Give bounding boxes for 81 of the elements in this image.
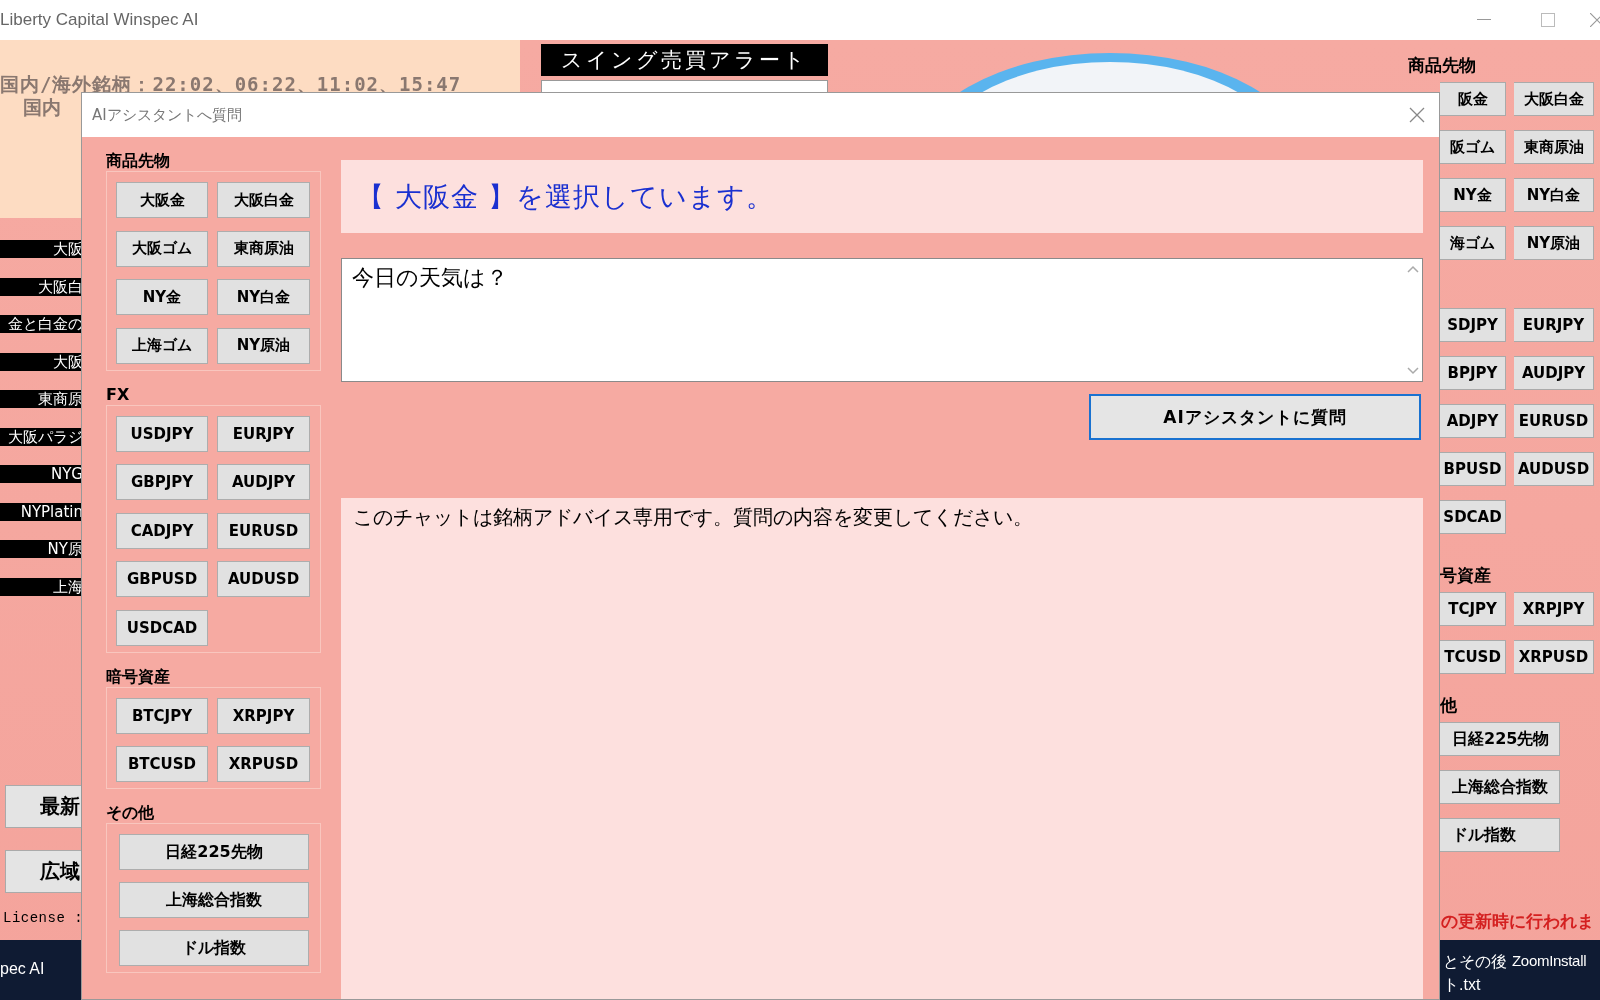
symbol-button[interactable]: EURJPY — [1514, 308, 1594, 342]
symbol-button[interactable]: BPUSD — [1440, 452, 1506, 486]
symbol-button[interactable]: USDCAD — [116, 609, 208, 646]
dialog-title: AIアシスタントへ質問 — [92, 105, 242, 125]
symbol-button[interactable]: EURUSD — [217, 512, 310, 549]
symbol-button[interactable]: XRPUSD — [217, 746, 310, 782]
symbol-button[interactable]: NY金 — [116, 279, 208, 315]
close-icon[interactable] — [1409, 107, 1425, 123]
symbol-button[interactable]: XRPJPY — [217, 697, 310, 734]
symbol-button[interactable]: NY金 — [1440, 178, 1506, 212]
symbol-button[interactable]: SDJPY — [1440, 308, 1506, 342]
license-label: License : — [3, 910, 84, 926]
maximize-icon[interactable] — [1541, 13, 1555, 27]
symbol-button[interactable]: AUDJPY — [1514, 356, 1594, 390]
symbol-button[interactable]: AUDUSD — [1514, 452, 1594, 486]
symbol-button[interactable]: NY白金 — [1514, 178, 1594, 212]
symbol-button[interactable]: 阪金 — [1440, 82, 1506, 116]
symbol-button[interactable]: 上海総合指数 — [119, 882, 309, 918]
symbol-button[interactable]: TCJPY — [1440, 592, 1506, 626]
symbol-label: 大阪パラジ — [0, 427, 83, 446]
section-title: 商品先物 — [1408, 54, 1477, 76]
symbol-label: 大阪 — [0, 352, 83, 371]
symbol-button[interactable]: 大阪白金 — [1514, 82, 1594, 116]
symbol-label: NYG — [0, 465, 83, 483]
symbol-button[interactable]: 大阪ゴム — [116, 230, 208, 267]
symbol-button[interactable]: NY白金 — [217, 279, 310, 315]
alert-title: スイング売買アラート — [541, 44, 828, 76]
symbol-button[interactable]: ADJPY — [1440, 404, 1506, 438]
taskbar-text: ト.txt — [1443, 975, 1481, 995]
symbol-button[interactable]: 阪ゴム — [1440, 130, 1506, 164]
symbol-button[interactable]: 日経225先物 — [119, 834, 309, 870]
symbol-button[interactable]: TCUSD — [1440, 640, 1506, 674]
symbol-button[interactable]: NY原油 — [217, 327, 310, 364]
question-field[interactable]: 今日の天気は？ — [341, 258, 1423, 382]
symbol-button[interactable]: BPJPY — [1440, 356, 1506, 390]
symbol-button[interactable]: ドル指数 — [1440, 818, 1560, 852]
symbol-button[interactable]: 日経225先物 — [1440, 722, 1560, 756]
section-title: 他 — [1440, 694, 1458, 716]
symbol-button[interactable]: AUDUSD — [217, 561, 310, 597]
minimize-icon[interactable] — [1477, 19, 1491, 21]
ask-button[interactable]: AIアシスタントに質問 — [1089, 394, 1421, 440]
group-title: FX — [106, 384, 131, 405]
symbol-label: NYPlatin — [0, 502, 83, 521]
symbol-button[interactable]: 大阪白金 — [217, 182, 310, 218]
group-title: 暗号資産 — [106, 666, 171, 687]
symbol-button[interactable]: 大阪金 — [116, 182, 208, 218]
symbol-button[interactable]: EURJPY — [217, 415, 310, 452]
symbol-button[interactable]: 東商原油 — [217, 230, 310, 267]
answer-field: このチャットは銘柄アドバイス専用です。質問の内容を変更してください。 — [341, 498, 1423, 999]
symbol-button[interactable]: 海ゴム — [1440, 226, 1506, 260]
symbol-button[interactable]: AUDJPY — [217, 464, 310, 500]
taskbar-text: ZoomInstall — [1512, 952, 1587, 969]
symbol-button[interactable]: BTCJPY — [116, 697, 208, 734]
symbol-button[interactable]: SDCAD — [1440, 500, 1506, 534]
symbol-button[interactable]: ドル指数 — [119, 930, 309, 966]
close-icon[interactable] — [1590, 13, 1600, 27]
scroll-down-icon[interactable] — [1407, 367, 1419, 375]
symbol-button[interactable]: XRPUSD — [1514, 640, 1594, 674]
taskbar-item[interactable]: pec AI — [0, 960, 45, 978]
selection-banner: 【 大阪金 】を選択しています。 — [341, 160, 1423, 233]
symbol-label: 上海 — [0, 577, 83, 596]
symbol-button[interactable]: BTCUSD — [116, 746, 208, 782]
symbol-button[interactable]: CADJPY — [116, 512, 208, 549]
schedule-text: 国内 — [23, 95, 61, 120]
symbol-button[interactable]: 上海ゴム — [116, 327, 208, 364]
window-title: Liberty Capital Winspec AI — [0, 10, 199, 30]
section-title: 号資産 — [1440, 564, 1492, 586]
symbol-button[interactable]: XRPJPY — [1514, 592, 1594, 626]
notice-text: の更新時に行われま — [1441, 910, 1594, 933]
symbol-label: 大阪 — [0, 240, 83, 258]
group-title: 商品先物 — [106, 151, 171, 171]
symbol-button[interactable]: NY原油 — [1514, 226, 1594, 260]
scroll-up-icon[interactable] — [1407, 265, 1419, 273]
symbol-button[interactable]: USDJPY — [116, 415, 208, 452]
symbol-button[interactable]: EURUSD — [1514, 404, 1594, 438]
taskbar-text: とその後 — [1443, 952, 1507, 972]
symbol-button[interactable]: 上海総合指数 — [1440, 770, 1560, 804]
symbol-button[interactable]: GBPJPY — [116, 464, 208, 500]
symbol-button[interactable]: 東商原油 — [1514, 130, 1594, 164]
symbol-label: 大阪白 — [0, 277, 83, 296]
symbol-button[interactable]: GBPUSD — [116, 561, 208, 597]
